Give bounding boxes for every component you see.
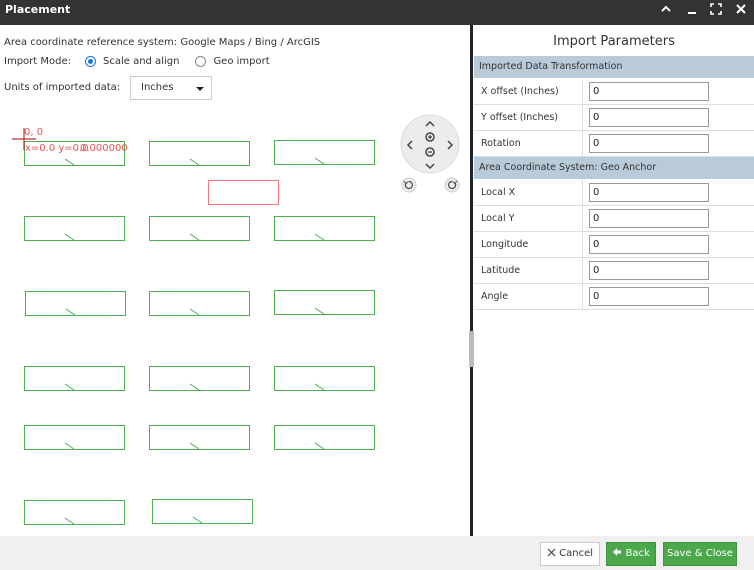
save-label: Save & Close [667, 548, 733, 559]
imported-shape [274, 140, 375, 165]
row-rotation: Rotation [474, 131, 754, 157]
pan-zoom-navigator [400, 114, 460, 193]
x-offset-label: X offset (Inches) [481, 86, 559, 97]
cancel-label: Cancel [559, 548, 594, 559]
imported-shape [24, 425, 125, 450]
import-mode-row: Import Mode: Scale and align Geo import [4, 56, 270, 67]
local-y-input[interactable] [589, 209, 709, 228]
selected-area-rect [208, 180, 279, 205]
radio-geo-import[interactable] [195, 56, 207, 67]
section-header-transformation: Imported Data Transformation [474, 56, 754, 78]
imported-shape [149, 216, 250, 241]
latitude-label: Latitude [481, 265, 521, 276]
rotation-label: Rotation [481, 138, 521, 149]
imported-shape [274, 366, 375, 391]
imported-shape [149, 425, 250, 450]
angle-label: Angle [481, 291, 509, 302]
title-bar: Placement [0, 0, 754, 25]
imported-shape [149, 141, 250, 166]
radio-label-geo-import[interactable]: Geo import [213, 56, 269, 67]
row-latitude: Latitude [474, 258, 754, 284]
row-local-y: Local Y [474, 206, 754, 232]
minimize-icon[interactable] [684, 3, 700, 19]
imported-shape [24, 500, 125, 525]
longitude-input[interactable] [589, 235, 709, 254]
imported-shape [274, 216, 375, 241]
row-y-offset: Y offset (Inches) [474, 105, 754, 131]
cancel-x-icon [547, 548, 556, 557]
y-offset-input[interactable] [589, 108, 709, 127]
rotate-cw-icon [444, 177, 460, 193]
placement-canvas[interactable]: 0, 0 x=0.0 y=0.0 0.000000 [0, 25, 471, 536]
row-x-offset: X offset (Inches) [474, 79, 754, 105]
imported-shape [24, 366, 125, 391]
rotate-ccw-icon [401, 177, 417, 193]
local-x-input[interactable] [589, 183, 709, 202]
units-select-value: Inches [141, 82, 174, 93]
caret-down-icon [196, 87, 204, 91]
row-angle: Angle [474, 284, 754, 310]
row-local-x: Local X [474, 180, 754, 206]
footer-bar: Cancel Back Save & Close [0, 536, 754, 570]
save-and-close-button[interactable]: Save & Close [663, 542, 737, 566]
imported-shape [24, 216, 125, 241]
imported-shape [149, 291, 250, 316]
back-label: Back [625, 548, 650, 559]
origin-label: 0, 0 [24, 127, 43, 138]
angle-input[interactable] [589, 287, 709, 306]
placement-canvas-panel: 0, 0 x=0.0 y=0.0 0.000000 Area coordinat… [0, 25, 471, 536]
imported-shape [149, 366, 250, 391]
y-offset-label: Y offset (Inches) [481, 112, 558, 123]
imported-shape [274, 290, 375, 315]
local-y-label: Local Y [481, 213, 515, 224]
cancel-button[interactable]: Cancel [540, 542, 600, 566]
chevron-up-icon[interactable] [658, 3, 674, 19]
radio-label-scale-and-align[interactable]: Scale and align [103, 56, 179, 67]
imported-shape [152, 499, 253, 524]
section-header-geo-anchor: Area Coordinate System: Geo Anchor [474, 157, 754, 179]
close-icon[interactable] [733, 3, 749, 19]
longitude-label: Longitude [481, 239, 529, 250]
import-parameters-panel: Import Parameters Imported Data Transfor… [474, 25, 754, 536]
back-arrow-icon [613, 548, 622, 556]
coord-readout-value: 0.000000 [80, 143, 128, 154]
crs-text: Area coordinate reference system: Google… [4, 37, 321, 48]
row-longitude: Longitude [474, 232, 754, 258]
panel-divider[interactable] [470, 25, 473, 536]
x-offset-input[interactable] [589, 82, 709, 101]
latitude-input[interactable] [589, 261, 709, 280]
imported-shape [25, 291, 126, 316]
panel-title: Import Parameters [553, 34, 675, 49]
back-button[interactable]: Back [606, 542, 656, 566]
imported-shape [274, 425, 375, 450]
units-label: Units of imported data: [4, 82, 121, 93]
expand-icon[interactable] [708, 3, 724, 19]
radio-scale-and-align[interactable] [84, 56, 96, 67]
window-title: Placement [5, 3, 71, 16]
rotation-input[interactable] [589, 134, 709, 153]
local-x-label: Local X [481, 187, 516, 198]
units-select[interactable]: Inches [130, 76, 212, 100]
import-mode-label: Import Mode: [4, 56, 71, 67]
